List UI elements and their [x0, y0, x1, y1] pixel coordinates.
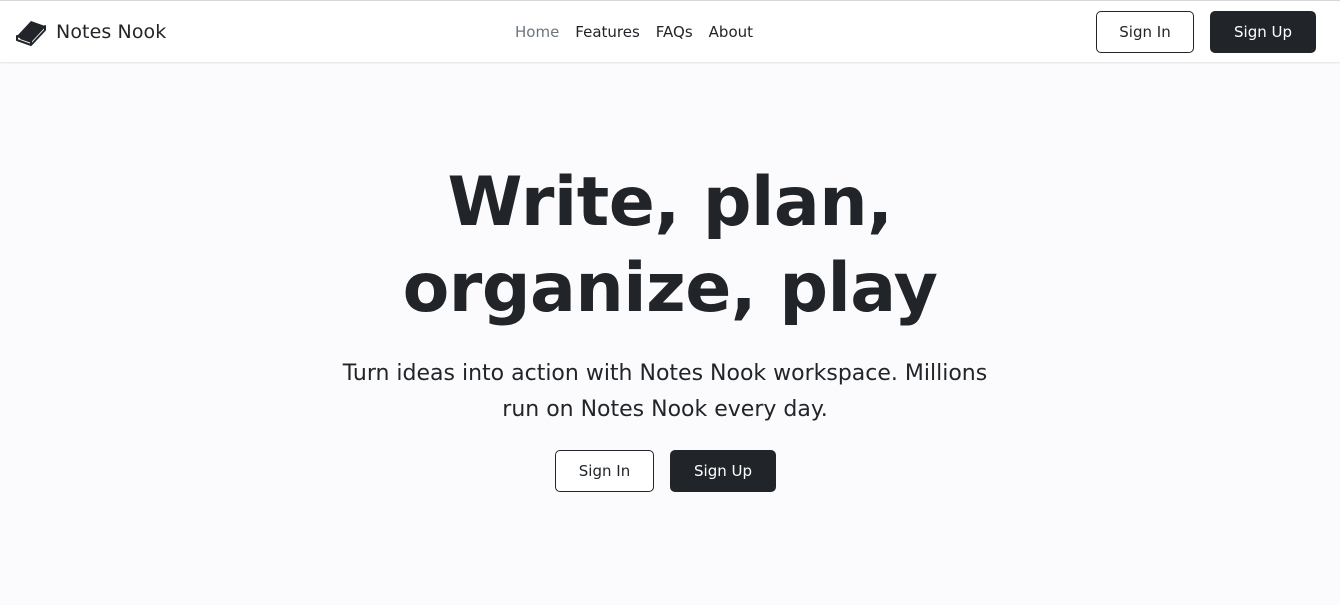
hero-title: Write, plan, organize, play — [0, 160, 1340, 332]
nav-sign-up-button[interactable]: Sign Up — [1210, 11, 1316, 53]
brand-link[interactable]: Notes Nook — [14, 15, 166, 49]
hero-sign-up-button[interactable]: Sign Up — [670, 450, 776, 492]
hero-subtitle: Turn ideas into action with Notes Nook w… — [342, 361, 988, 422]
nav-link-features[interactable]: Features — [575, 23, 640, 41]
nav-link-about[interactable]: About — [709, 23, 753, 41]
hero-sign-in-button[interactable]: Sign In — [555, 450, 654, 492]
navbar: Notes Nook Home Features FAQs About Sign… — [0, 0, 1340, 62]
nav-links: Home Features FAQs About — [515, 20, 753, 44]
nav-link-faqs[interactable]: FAQs — [656, 23, 693, 41]
hero-title-line-1: Write, plan, — [447, 163, 893, 242]
book-icon — [14, 17, 48, 47]
brand-name: Notes Nook — [56, 21, 167, 43]
nav-link-home[interactable]: Home — [515, 23, 559, 41]
nav-sign-in-button[interactable]: Sign In — [1096, 11, 1194, 53]
hero-title-line-2: organize, play — [402, 249, 938, 328]
